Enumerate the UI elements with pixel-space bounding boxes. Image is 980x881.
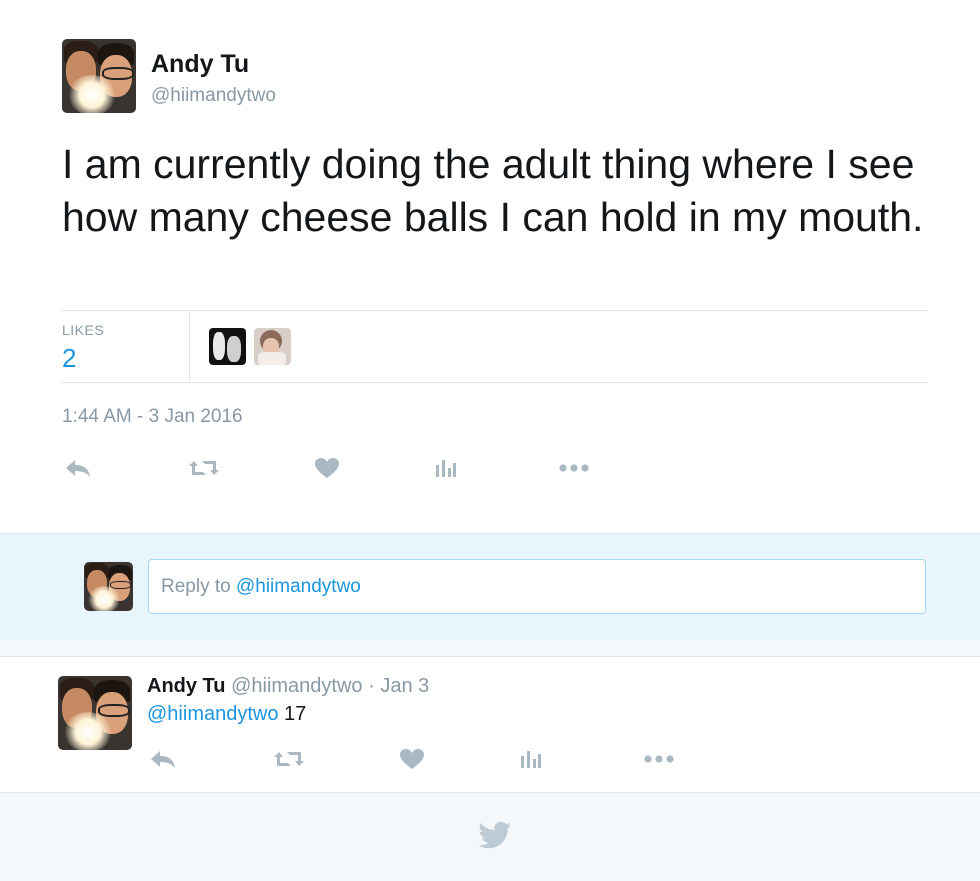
analytics-icon[interactable]	[429, 454, 461, 482]
like-icon[interactable]	[396, 745, 428, 773]
reply-author-handle[interactable]: @hiimandytwo	[231, 675, 362, 697]
analytics-icon[interactable]	[514, 745, 546, 773]
reply-placeholder: Reply to @hiimandytwo	[161, 576, 361, 597]
liker-avatar[interactable]	[209, 328, 246, 365]
likes-divider	[189, 311, 190, 383]
twitter-bird-icon	[478, 821, 512, 849]
retweet-icon[interactable]	[273, 745, 305, 773]
likes-count[interactable]: 2	[62, 343, 76, 374]
reply-input[interactable]: Reply to @hiimandytwo	[148, 559, 926, 614]
author-handle[interactable]: @hiimandytwo	[151, 85, 276, 107]
reply-tweet-header: Andy Tu @hiimandytwo · Jan 3	[147, 675, 430, 697]
reply-tweet-text: @hiimandytwo 17	[147, 703, 307, 725]
current-user-avatar	[84, 562, 133, 611]
liker-avatar[interactable]	[254, 328, 291, 365]
author-avatar[interactable]	[62, 39, 136, 113]
tweet-timestamp[interactable]: 1:44 AM - 3 Jan 2016	[62, 406, 243, 428]
section-gap	[0, 640, 980, 657]
reply-date[interactable]: Jan 3	[380, 675, 429, 697]
reply-icon[interactable]	[147, 745, 179, 773]
divider	[62, 310, 928, 311]
reply-author-avatar[interactable]	[58, 676, 132, 750]
footer	[0, 792, 980, 881]
reply-icon[interactable]	[62, 454, 94, 482]
more-icon[interactable]	[558, 454, 590, 482]
like-icon[interactable]	[311, 454, 343, 482]
more-icon[interactable]	[643, 745, 675, 773]
reply-author-name[interactable]: Andy Tu	[147, 675, 226, 697]
author-name[interactable]: Andy Tu	[151, 50, 249, 79]
divider	[62, 382, 928, 383]
retweet-icon[interactable]	[188, 454, 220, 482]
tweet-text: I am currently doing the adult thing whe…	[62, 141, 924, 240]
mention-link[interactable]: @hiimandytwo	[147, 703, 278, 725]
likes-label: LIKES	[62, 322, 105, 338]
